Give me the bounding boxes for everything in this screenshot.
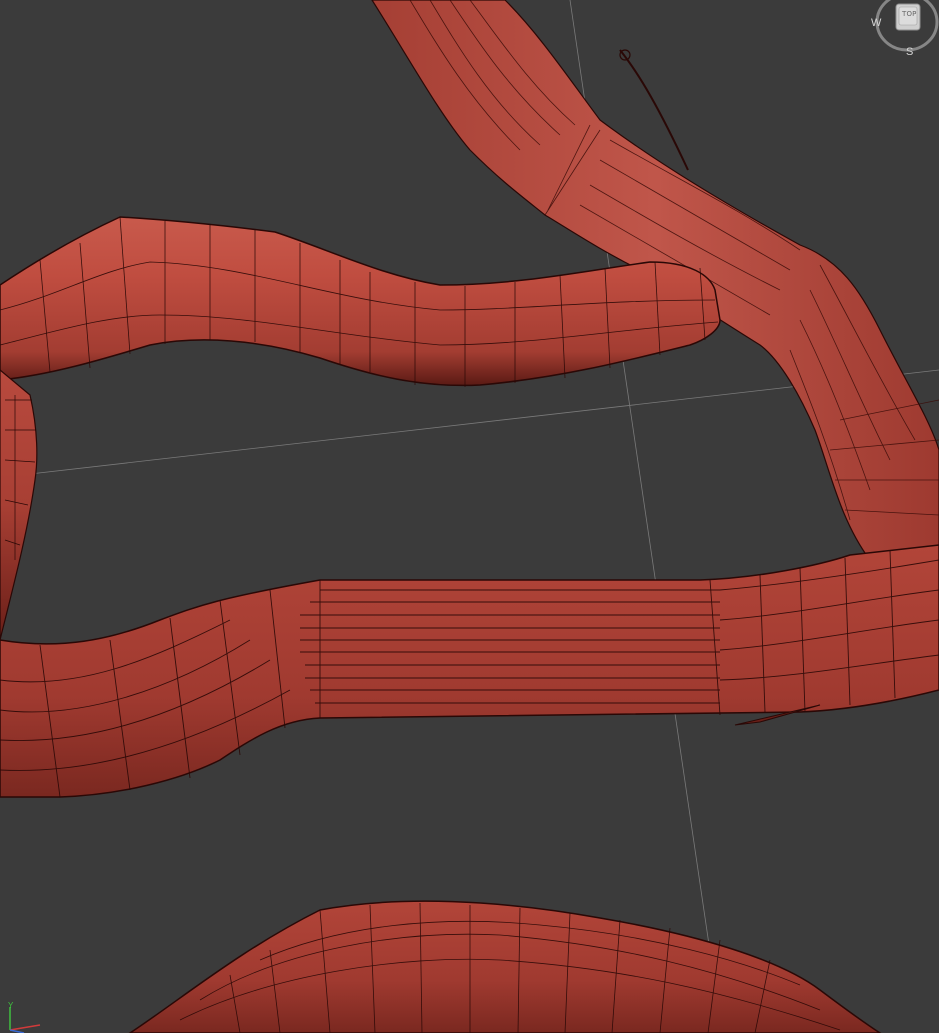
mesh-bottom-tube [128,900,882,1033]
compass-west-label: W [871,17,882,29]
mesh-left-tube [0,369,38,641]
mesh-middle-tube [0,544,939,798]
compass-south-label: S [906,46,914,58]
axis-tripod: Y [4,1001,44,1033]
axis-x-line [9,1024,41,1031]
3d-viewport[interactable]: TOP W S Y [0,0,939,1033]
viewcube-face-label[interactable]: TOP [902,10,917,18]
scene-canvas[interactable] [0,0,939,1033]
axis-y-label: Y [8,1001,14,1010]
viewcube[interactable]: TOP W S [869,0,939,62]
